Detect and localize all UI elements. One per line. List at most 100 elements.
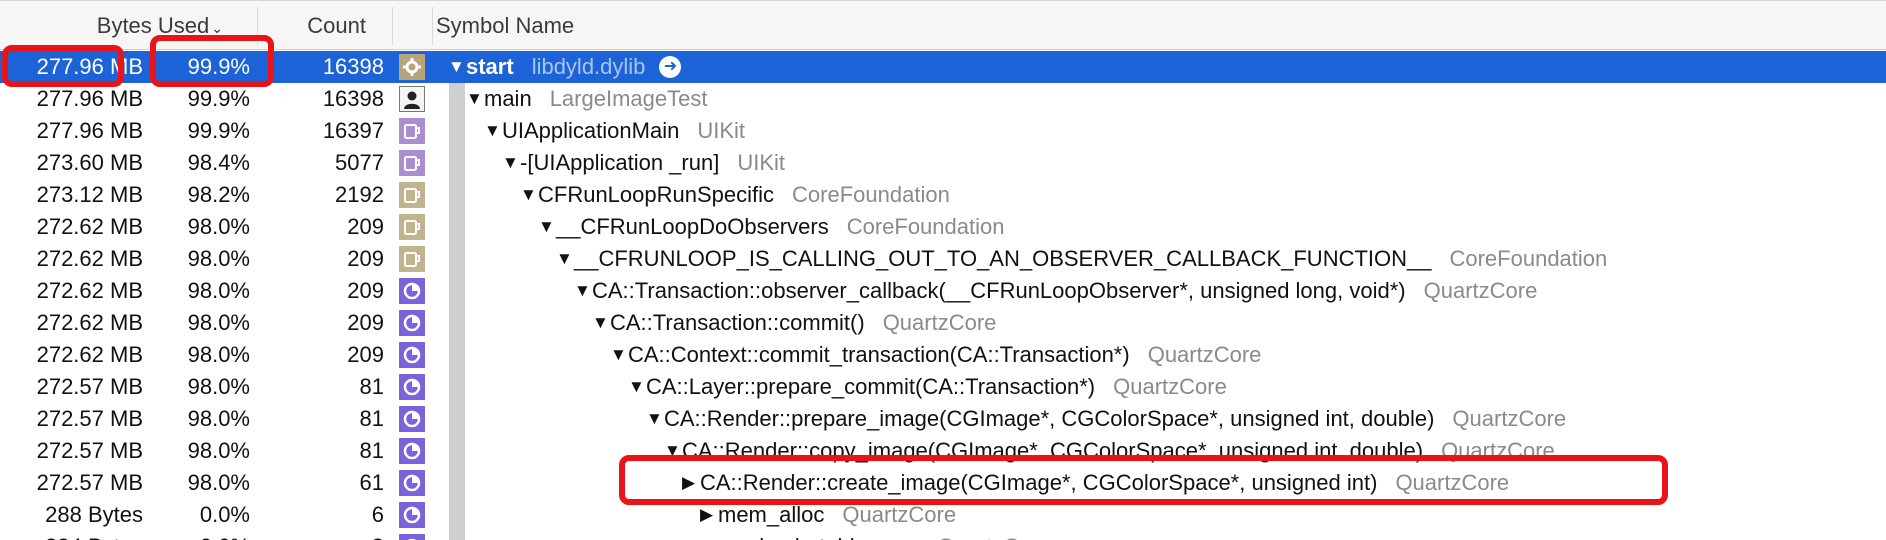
disclosure-expanded-icon[interactable]: ▼ [592, 307, 610, 339]
library-name: QuartzCore [937, 534, 1051, 540]
table-row[interactable]: 277.96 MB 99.9% 16397 ▼UIApplicationMain UIK… [0, 115, 1886, 147]
bytes-used-value: 272.62 MB [36, 342, 143, 367]
bytes-used-value: 273.12 MB [36, 182, 143, 207]
symbol-name: ▼__CFRUNLOOP_IS_CALLING_OUT_TO_AN_OBSERV… [556, 243, 1607, 275]
library-name: QuartzCore [842, 502, 957, 527]
disclosure-expanded-icon[interactable]: ▼ [520, 179, 538, 211]
bytes-used-column-header[interactable]: Bytes Used ⌄ [0, 1, 235, 51]
cup-icon [399, 118, 425, 144]
percent-value: 98.2% [187, 182, 250, 207]
count-value: 209 [347, 342, 384, 367]
symbol-name: ▼CA::Render::copy_image(CGImage*, CGColo… [664, 435, 1555, 467]
library-name: QuartzCore [1147, 342, 1262, 367]
table-row[interactable]: 277.96 MB 99.9% 16398 ▼start libdyld.dylib ➜ [0, 51, 1886, 83]
disclosure-expanded-icon[interactable]: ▼ [610, 339, 628, 371]
table-row[interactable]: 277.96 MB 99.9% 16398 ▼main LargeImageTest [0, 83, 1886, 115]
symbol-name: ▼CFRunLoopRunSpecific CoreFoundation [520, 179, 950, 211]
percent-value: 98.0% [187, 214, 250, 239]
library-name: UIKit [697, 118, 745, 143]
function-name: CA::Render::prepare_image(CGImage*, CGCo… [664, 406, 1435, 431]
table-row[interactable]: 272.57 MB 98.0% 81 ▼CA::Layer::prepare_comm… [0, 371, 1886, 403]
count-value: 6 [371, 502, 384, 527]
column-divider[interactable] [392, 7, 393, 45]
percent-value: 98.0% [187, 470, 250, 495]
sort-descending-icon[interactable]: ⌄ [211, 20, 223, 36]
disclosure-collapsed-icon[interactable]: ▶ [718, 531, 736, 540]
bytes-used-value: 272.62 MB [36, 246, 143, 271]
symbol-name: ▼__CFRunLoopDoObservers CoreFoundation [538, 211, 1004, 243]
table-row[interactable]: 273.60 MB 98.4% 5077 ▼-[UIApplication _run]… [0, 147, 1886, 179]
count-value: 5077 [335, 150, 384, 175]
disclosure-expanded-icon[interactable]: ▼ [574, 275, 592, 307]
table-row[interactable]: 272.62 MB 98.0% 209 ▼CA::Transaction::obser… [0, 275, 1886, 307]
library-name: QuartzCore [1423, 278, 1538, 303]
library-name: CoreFoundation [792, 182, 950, 207]
bytes-used-value: 272.57 MB [36, 406, 143, 431]
disclosure-expanded-icon[interactable]: ▼ [466, 83, 484, 115]
library-name: QuartzCore [1395, 470, 1510, 495]
table-row[interactable]: 384 Bytes 0.0% 3 ▶x_hash_table_new QuartzCor… [0, 531, 1886, 540]
table-row[interactable]: 273.12 MB 98.2% 2192 ▼CFRunLoopRunSpecific C… [0, 179, 1886, 211]
column-divider[interactable] [432, 7, 433, 45]
bytes-used-header-label: Bytes Used [96, 13, 210, 38]
disclosure-expanded-icon[interactable]: ▼ [646, 403, 664, 435]
bytes-used-value: 272.62 MB [36, 278, 143, 303]
symbol-name-column-header[interactable]: Symbol Name [436, 1, 1036, 51]
percent-value: 0.0% [150, 531, 250, 540]
table-row[interactable]: 288 Bytes 0.0% 6 ▶ mem_alloc QuartzCore [0, 499, 1886, 531]
count-value: 209 [347, 278, 384, 303]
symbol-name: ▼start libdyld.dylib ➜ [448, 51, 682, 83]
percent-value: 0.0% [199, 502, 250, 527]
cup-tan-icon [399, 246, 425, 272]
percent-value: 99.9% [187, 118, 250, 143]
cup-tan-icon [399, 214, 425, 240]
gear-icon [399, 54, 425, 80]
table-row[interactable]: 272.62 MB 98.0% 209 ▼__CFRunLoopDoObservers… [0, 211, 1886, 243]
disclosure-collapsed-icon[interactable]: ▶ [700, 499, 718, 531]
symbol-name: ▼main LargeImageTest [466, 83, 707, 115]
disclosure-expanded-icon[interactable]: ▼ [448, 51, 466, 83]
bytes-used-value: 277.96 MB [36, 54, 143, 79]
symbol-name: ▼CA::Render::prepare_image(CGImage*, CGC… [646, 403, 1566, 435]
percent-value: 99.9% [187, 54, 250, 79]
disclosure-collapsed-icon[interactable]: ▶ [682, 467, 700, 499]
disclosure-expanded-icon[interactable]: ▼ [538, 211, 556, 243]
count-value: 3 [260, 531, 384, 540]
table-row[interactable]: 272.57 MB 98.0% 81 ▼CA::Render::prepare_ima… [0, 403, 1886, 435]
column-header-bar: Bytes Used ⌄ Count Symbol Name [0, 0, 1886, 50]
disclosure-expanded-icon[interactable]: ▼ [502, 147, 520, 179]
function-name: mem_alloc [718, 502, 825, 527]
bytes-used-value: 288 Bytes [45, 502, 143, 527]
count-column-header[interactable]: Count [258, 1, 384, 51]
table-row[interactable]: 272.62 MB 98.0% 209 ▼CA::Transaction::commi… [0, 307, 1886, 339]
disclosure-expanded-icon[interactable]: ▼ [664, 435, 682, 467]
function-name: UIApplicationMain [502, 118, 680, 143]
table-row[interactable]: 272.57 MB 98.0% 61 ▶ CA::Render::create_imag… [0, 467, 1886, 499]
function-name: CA::Render::copy_image(CGImage*, CGColor… [682, 438, 1424, 463]
library-name: UIKit [737, 150, 786, 175]
library-name: LargeImageTest [549, 86, 708, 111]
symbol-name: ▼CA::Transaction::observer_callback(__CF… [574, 275, 1537, 307]
percent-value: 98.0% [187, 310, 250, 335]
go-to-source-icon[interactable]: ➜ [659, 56, 682, 79]
count-value: 81 [359, 406, 384, 431]
disclosure-expanded-icon[interactable]: ▼ [628, 371, 646, 403]
table-row[interactable]: 272.62 MB 98.0% 209 ▼__CFRUNLOOP_IS_CALLING… [0, 243, 1886, 275]
percent-value: 98.0% [187, 438, 250, 463]
percent-value: 98.0% [187, 278, 250, 303]
percent-value: 98.0% [187, 342, 250, 367]
library-name: CoreFoundation [1449, 246, 1608, 271]
pie-icon [399, 310, 425, 336]
table-row[interactable]: 272.62 MB 98.0% 209 ▼CA::Context::commit_tr… [0, 339, 1886, 371]
count-value: 16398 [322, 54, 384, 79]
disclosure-expanded-icon[interactable]: ▼ [484, 115, 502, 147]
library-name: QuartzCore [882, 310, 997, 335]
disclosure-expanded-icon[interactable]: ▼ [556, 243, 574, 275]
percent-value: 98.4% [187, 150, 250, 175]
count-value: 16398 [322, 86, 384, 111]
count-value: 209 [347, 214, 384, 239]
table-row[interactable]: 272.57 MB 98.0% 81 ▼CA::Render::copy_image(… [0, 435, 1886, 467]
bytes-used-value: 273.60 MB [36, 150, 143, 175]
percent-value: 99.9% [187, 86, 250, 111]
bytes-used-value: 272.57 MB [36, 374, 143, 399]
